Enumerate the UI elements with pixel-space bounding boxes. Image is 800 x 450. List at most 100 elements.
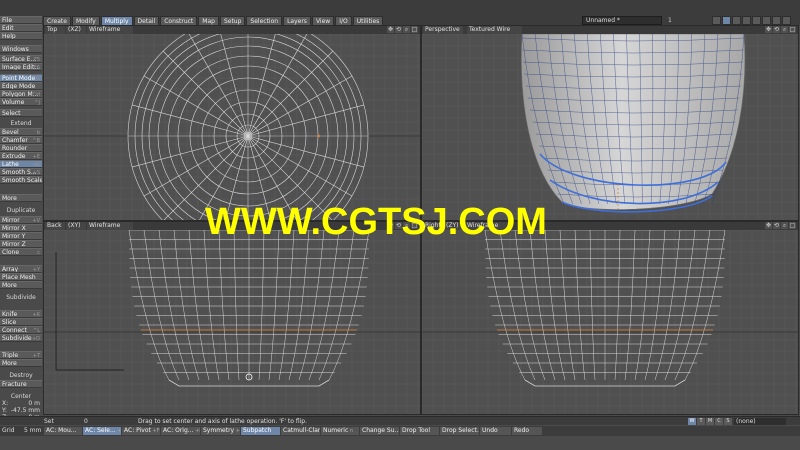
- wtmcs-m-button[interactable]: M: [706, 418, 714, 425]
- center-y-value[interactable]: Y: -47.5 mm: [2, 407, 42, 414]
- layer-active-icon[interactable]: [722, 16, 731, 25]
- zoom-view-icon[interactable]: ⌕: [403, 26, 410, 33]
- tool-connect[interactable]: Connect ^L: [0, 326, 42, 334]
- tool-mirror[interactable]: Mirror +V: [0, 216, 42, 224]
- button-ac-pivot[interactable]: AC: Pivot +F4: [122, 427, 160, 435]
- tool-clone[interactable]: Clone c: [0, 248, 42, 256]
- tool-subdivide[interactable]: Subdivide +D: [0, 334, 42, 342]
- viewport-perspective[interactable]: Perspective Textured Wire ✥ ⟲ ⌕ □: [421, 25, 799, 221]
- rotate-view-icon[interactable]: ⟲: [395, 26, 402, 33]
- tool-edit[interactable]: Edit: [0, 24, 42, 32]
- button-change-su[interactable]: Change Su...: [360, 427, 399, 435]
- wtmcs-c-button[interactable]: C: [715, 418, 723, 425]
- tool-more[interactable]: More: [0, 281, 42, 289]
- rotate-view-icon[interactable]: ⟲: [773, 26, 780, 33]
- tab-construct[interactable]: Construct: [160, 16, 198, 25]
- tool-slice[interactable]: Slice: [0, 318, 42, 326]
- button-redo[interactable]: Redo: [512, 427, 542, 435]
- tool-image-edit[interactable]: Image Edit... F6: [0, 63, 42, 71]
- wtmcs-t-button[interactable]: T: [697, 418, 705, 425]
- tool-fracture[interactable]: Fracture: [0, 380, 42, 388]
- view-axes-select[interactable]: (XZ): [66, 26, 86, 34]
- view-type-select[interactable]: Perspective: [423, 26, 463, 34]
- maximize-view-icon[interactable]: □: [411, 26, 418, 33]
- tool-extrude[interactable]: Extrude +E: [0, 152, 42, 160]
- tool-smooth-s[interactable]: Smooth S... +S: [0, 168, 42, 176]
- viewport-top[interactable]: Top (XZ) Wireframe ✥ ⟲ ⌕ □: [43, 25, 421, 221]
- tab-view[interactable]: View: [311, 16, 335, 25]
- viewport-back[interactable]: Back (XY) Wireframe ✥ ⟲ ⌕ □: [43, 221, 421, 415]
- tool-place-mesh[interactable]: Place Mesh: [0, 273, 42, 281]
- tool-mirror-z[interactable]: Mirror Z: [0, 240, 42, 248]
- view-axes-select[interactable]: (XY): [66, 222, 86, 230]
- button-drop-select[interactable]: Drop Select...: [440, 427, 479, 435]
- tool-select[interactable]: Select: [0, 109, 42, 117]
- layer-icon[interactable]: [762, 16, 771, 25]
- maximize-view-icon[interactable]: □: [789, 222, 796, 229]
- tool-point-mode[interactable]: Point Mode ^G: [0, 74, 42, 82]
- tool-file[interactable]: File: [0, 16, 42, 24]
- layer-icon[interactable]: [782, 16, 791, 25]
- tool-more[interactable]: More: [0, 359, 42, 367]
- view-type-select[interactable]: Top: [45, 26, 65, 34]
- tab-i-o[interactable]: I/O: [335, 16, 352, 25]
- render-mode-select[interactable]: Wireframe: [87, 26, 133, 34]
- layer-icon[interactable]: [742, 16, 751, 25]
- layer-icon[interactable]: [752, 16, 761, 25]
- center-x-value[interactable]: X: 0 m: [2, 400, 42, 407]
- tool-array[interactable]: Array +Y: [0, 265, 42, 273]
- tab-layers[interactable]: Layers: [283, 16, 311, 25]
- tab-multiply[interactable]: Multiply: [100, 16, 133, 25]
- tool-knife[interactable]: Knife +K: [0, 310, 42, 318]
- layer-icon[interactable]: [732, 16, 741, 25]
- tool-volume[interactable]: Volume ^J: [0, 98, 42, 106]
- scene-select[interactable]: Unnamed *: [582, 16, 662, 25]
- view-type-select[interactable]: Back: [45, 222, 65, 230]
- button-subpatch[interactable]: Subpatch: [241, 427, 280, 435]
- button-ac-mou[interactable]: AC: Mou...: [44, 427, 82, 435]
- tool-bevel[interactable]: Bevel b: [0, 128, 42, 136]
- wtmcs-w-button[interactable]: W: [688, 418, 696, 425]
- zoom-view-icon[interactable]: ⌕: [781, 26, 788, 33]
- move-view-icon[interactable]: ✥: [765, 26, 772, 33]
- tab-modify[interactable]: Modify: [71, 16, 100, 25]
- tab-map[interactable]: Map: [198, 16, 219, 25]
- maximize-view-icon[interactable]: □: [789, 26, 796, 33]
- tool-rounder[interactable]: Rounder: [0, 144, 42, 152]
- tool-chamfer[interactable]: Chamfer ^B: [0, 136, 42, 144]
- button-symmetry[interactable]: Symmetry +Y: [201, 427, 240, 435]
- tool-polygon-m[interactable]: Polygon M... ^H: [0, 90, 42, 98]
- tool-help[interactable]: Help: [0, 32, 42, 40]
- render-mode-select[interactable]: Wireframe: [87, 222, 133, 230]
- button-ac-sele[interactable]: AC: Sele... +F3: [83, 427, 121, 435]
- layer-icon[interactable]: [772, 16, 781, 25]
- button-drop-tool[interactable]: Drop Tool: [400, 427, 439, 435]
- tool-triple[interactable]: Triple +T: [0, 351, 42, 359]
- tool-windows[interactable]: Windows: [0, 45, 42, 53]
- button-numeric[interactable]: Numeric n: [321, 427, 359, 435]
- tab-create[interactable]: Create: [43, 16, 71, 25]
- zoom-view-icon[interactable]: ⌕: [781, 222, 788, 229]
- tab-setup[interactable]: Setup: [219, 16, 246, 25]
- button-ac-orig[interactable]: AC: Orig... +F5: [161, 427, 200, 435]
- tool-edge-mode[interactable]: Edge Mode: [0, 82, 42, 90]
- viewport-right[interactable]: Right (ZY) Wireframe ✥ ⟲ ⌕ □: [421, 221, 799, 415]
- tool-mirror-x[interactable]: Mirror X: [0, 224, 42, 232]
- move-view-icon[interactable]: ✥: [387, 26, 394, 33]
- render-mode-select[interactable]: Textured Wire: [467, 26, 522, 34]
- layer-icon[interactable]: [712, 16, 721, 25]
- tab-utilities[interactable]: Utilities: [352, 16, 384, 25]
- button-catmull-clark[interactable]: Catmull-Clark: [281, 427, 320, 435]
- move-view-icon[interactable]: ✥: [765, 222, 772, 229]
- tool-lathe[interactable]: Lathe +L: [0, 160, 42, 168]
- tab-detail[interactable]: Detail: [133, 16, 160, 25]
- rotate-view-icon[interactable]: ⟲: [773, 222, 780, 229]
- selection-set-select[interactable]: (none): [734, 418, 786, 425]
- tool-mirror-y[interactable]: Mirror Y: [0, 232, 42, 240]
- wtmcs-s-button[interactable]: S: [724, 418, 732, 425]
- tool-smooth-scale[interactable]: Smooth Scale: [0, 176, 42, 184]
- button-undo[interactable]: Undo: [480, 427, 511, 435]
- tab-selection[interactable]: Selection: [246, 16, 283, 25]
- tool-surface-e[interactable]: Surface E... F5: [0, 55, 42, 63]
- tool-more[interactable]: More: [0, 194, 42, 202]
